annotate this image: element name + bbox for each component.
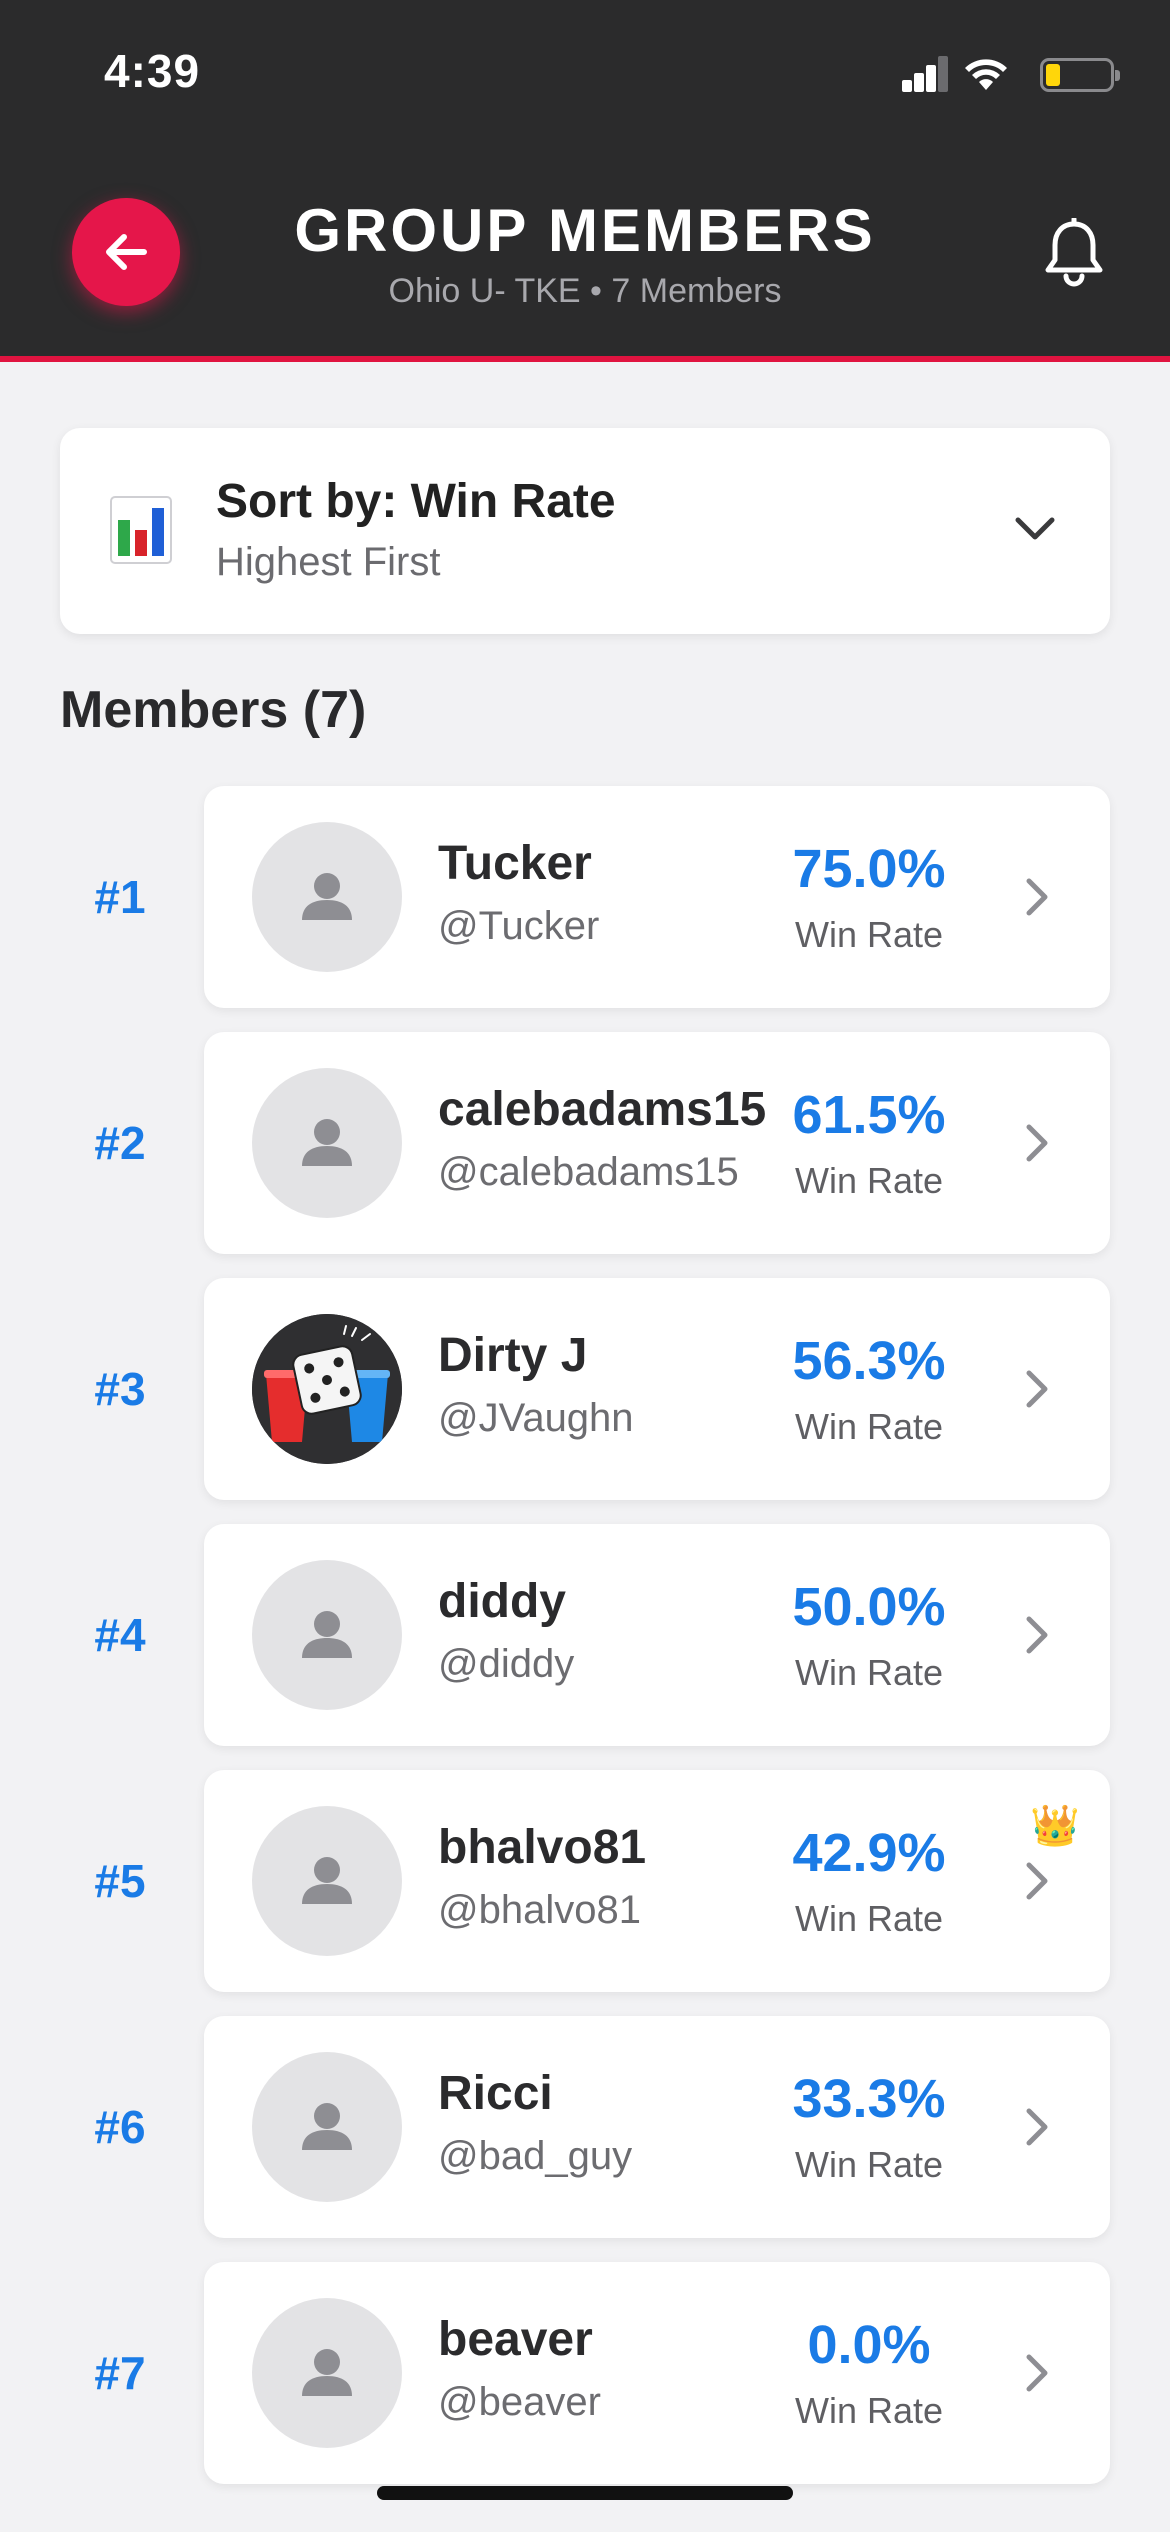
member-name: beaver xyxy=(438,2313,593,2366)
win-rate-value: 75.0% xyxy=(792,839,946,899)
avatar xyxy=(252,1560,402,1710)
member-card[interactable]: diddy @diddy 50.0% Win Rate xyxy=(204,1524,1110,1746)
avatar xyxy=(252,2052,402,2202)
chevron-right-icon xyxy=(1026,1616,1048,1654)
win-rate-value: 56.3% xyxy=(792,1331,946,1391)
rank-label: #7 xyxy=(94,2347,146,2399)
status-time: 4:39 xyxy=(104,45,201,97)
bell-icon[interactable] xyxy=(1042,218,1106,288)
win-rate-value: 33.3% xyxy=(792,2069,946,2129)
win-rate-value: 50.0% xyxy=(792,1577,946,1637)
member-name: calebadams15 xyxy=(438,1083,767,1136)
win-rate-value: 42.9% xyxy=(792,1823,946,1883)
sort-subtitle: Highest First xyxy=(216,540,441,584)
win-rate-label: Win Rate xyxy=(794,1652,944,1693)
member-row: #6 Ricci @bad_guy 33.3% Win Rate xyxy=(0,2016,1170,2238)
member-card[interactable]: bhalvo81 @bhalvo81 42.9% Win Rate 👑 xyxy=(204,1770,1110,1992)
rank-label: #4 xyxy=(94,1609,146,1661)
member-handle: @bad_guy xyxy=(438,2134,633,2178)
rank-label: #3 xyxy=(94,1363,146,1415)
win-rate-label: Win Rate xyxy=(794,2390,944,2431)
chevron-right-icon xyxy=(1026,2354,1048,2392)
avatar xyxy=(252,1806,402,1956)
win-rate-value: 61.5% xyxy=(792,1085,946,1145)
win-rate-label: Win Rate xyxy=(794,1898,944,1939)
member-name: Tucker xyxy=(438,837,592,890)
member-card[interactable]: calebadams15 @calebadams15 61.5% Win Rate xyxy=(204,1032,1110,1254)
avatar xyxy=(252,2298,402,2448)
member-card[interactable]: Dirty J @JVaughn 56.3% Win Rate xyxy=(204,1278,1110,1500)
chevron-right-icon xyxy=(1026,2108,1048,2146)
member-row: #1 Tucker @Tucker 75.0% Win Rate xyxy=(0,786,1170,1008)
member-name: bhalvo81 xyxy=(438,1821,647,1874)
person-icon xyxy=(292,1108,362,1178)
member-handle: @JVaughn xyxy=(438,1396,634,1440)
crown-icon: 👑 xyxy=(1030,1804,1080,1848)
win-rate-label: Win Rate xyxy=(794,914,944,955)
members-heading: Members (7) xyxy=(60,681,367,739)
avatar xyxy=(252,822,402,972)
chevron-right-icon xyxy=(1026,1124,1048,1162)
rank-label: #1 xyxy=(94,871,146,923)
member-name: Dirty J xyxy=(438,1329,588,1382)
member-handle: @beaver xyxy=(438,2380,601,2424)
page-subtitle: Ohio U- TKE • 7 Members xyxy=(388,272,782,310)
person-icon xyxy=(292,1846,362,1916)
member-handle: @calebadams15 xyxy=(438,1150,739,1194)
member-name: Ricci xyxy=(438,2067,553,2120)
dice-cups-avatar xyxy=(252,1314,402,1464)
top-header: 4:39 GROUP MEMBERS Ohio U- TKE • 7 Membe… xyxy=(0,0,1170,362)
win-rate-value: 0.0% xyxy=(807,2315,931,2375)
win-rate-label: Win Rate xyxy=(794,1406,944,1447)
bar-chart-icon xyxy=(110,496,172,564)
wifi-icon xyxy=(965,59,1007,90)
member-card[interactable]: Tucker @Tucker 75.0% Win Rate xyxy=(204,786,1110,1008)
member-row: #7 beaver @beaver 0.0% Win Rate xyxy=(0,2262,1170,2484)
member-card[interactable]: Ricci @bad_guy 33.3% Win Rate xyxy=(204,2016,1110,2238)
win-rate-label: Win Rate xyxy=(794,1160,944,1201)
sort-title: Sort by: Win Rate xyxy=(216,475,616,528)
person-icon xyxy=(292,2338,362,2408)
member-card[interactable]: beaver @beaver 0.0% Win Rate xyxy=(204,2262,1110,2484)
avatar xyxy=(252,1068,402,1218)
sort-dropdown[interactable]: Sort by: Win Rate Highest First xyxy=(60,428,1110,634)
chevron-right-icon xyxy=(1026,1862,1048,1900)
home-indicator xyxy=(377,2486,793,2500)
member-row: #2 calebadams15 @calebadams15 61.5% Win Rate xyxy=(0,1032,1170,1254)
chevron-right-icon xyxy=(1026,878,1048,916)
person-icon xyxy=(292,862,362,932)
chevron-down-icon xyxy=(1015,517,1055,540)
member-row: #3 Dirty J @JVaughn 56.3% Win Rate xyxy=(0,1278,1170,1500)
rank-label: #6 xyxy=(94,2101,146,2153)
battery-icon xyxy=(1040,58,1120,92)
member-row: #5 bhalvo81 @bhalvo81 42.9% Win Rate 👑 xyxy=(0,1770,1170,1992)
member-handle: @diddy xyxy=(438,1642,575,1686)
rank-label: #5 xyxy=(94,1855,146,1907)
member-handle: @bhalvo81 xyxy=(438,1888,641,1932)
person-icon xyxy=(292,1600,362,1670)
member-handle: @Tucker xyxy=(438,904,600,948)
dice-cups-image xyxy=(252,1314,402,1464)
win-rate-label: Win Rate xyxy=(794,2144,944,2185)
page-title: GROUP MEMBERS xyxy=(294,197,876,264)
member-row: #4 diddy @diddy 50.0% Win Rate xyxy=(0,1524,1170,1746)
person-icon xyxy=(292,2092,362,2162)
member-name: diddy xyxy=(438,1575,566,1628)
rank-label: #2 xyxy=(94,1117,146,1169)
cellular-signal-icon xyxy=(902,56,948,92)
chevron-right-icon xyxy=(1026,1370,1048,1408)
